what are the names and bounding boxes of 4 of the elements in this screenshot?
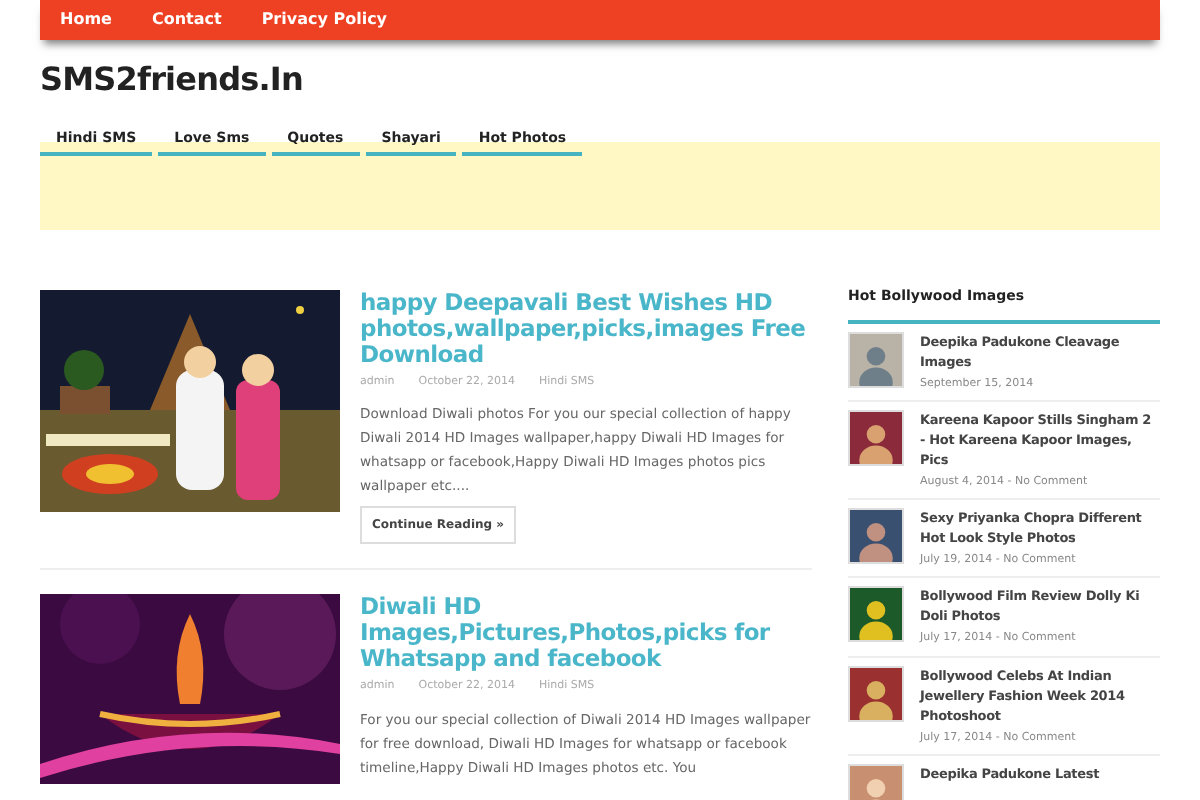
nav-link[interactable]: Home [60, 8, 112, 32]
nav-link[interactable]: Privacy Policy [261, 8, 388, 32]
nav-link[interactable]: Contact [151, 8, 222, 32]
site-title: SMS2friends.In [40, 64, 305, 96]
